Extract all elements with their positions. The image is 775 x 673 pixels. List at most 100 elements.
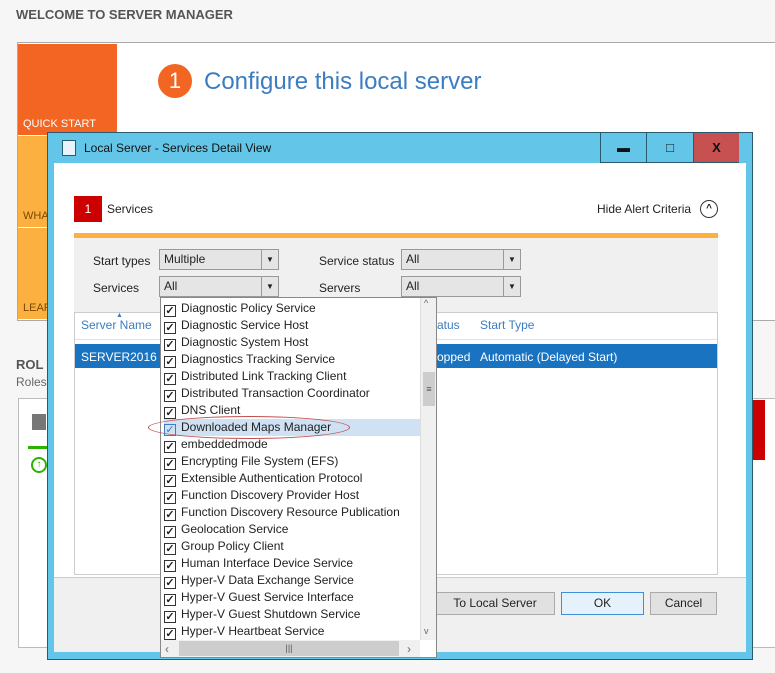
item-label: Hyper-V Data Exchange Service (181, 573, 354, 587)
list-item[interactable]: ✓ Distributed Link Tracking Client (164, 368, 420, 385)
item-label: Human Interface Device Service (181, 556, 354, 570)
item-label: Distributed Link Tracking Client (181, 369, 347, 383)
horizontal-scrollbar[interactable]: ‹ ||| › (161, 640, 420, 657)
item-label: Function Discovery Provider Host (181, 488, 360, 502)
checkbox-checked-icon[interactable]: ✓ (164, 305, 176, 317)
item-label: Diagnostic System Host (181, 335, 309, 349)
list-item[interactable]: ✓ Diagnostic Service Host (164, 317, 420, 334)
checkbox-checked-icon[interactable]: ✓ (164, 594, 176, 606)
item-label: Encrypting File System (EFS) (181, 454, 339, 468)
up-arrow-icon: ↑ (31, 457, 47, 473)
configure-local-server-link[interactable]: Configure this local server (204, 68, 481, 96)
item-label: Hyper-V Heartbeat Service (181, 624, 325, 638)
checkbox-checked-icon[interactable]: ✓ (164, 373, 176, 385)
item-label: Hyper-V Guest Shutdown Service (181, 607, 361, 621)
list-item[interactable]: ✓ Function Discovery Provider Host (164, 487, 420, 504)
list-item[interactable]: ✓ Geolocation Service (164, 521, 420, 538)
tile-label: QUICK START (23, 118, 96, 130)
column-server-name[interactable]: Server Name (81, 318, 152, 332)
checkbox-checked-icon[interactable]: ✓ (164, 458, 176, 470)
item-label: Group Policy Client (181, 539, 284, 553)
checkbox-checked-icon[interactable]: ✓ (164, 628, 176, 640)
tile-label: WHA (23, 210, 49, 222)
cell-server: SERVER2016 (81, 350, 157, 364)
checkbox-checked-icon[interactable]: ✓ (164, 322, 176, 334)
server-icon (32, 414, 46, 430)
list-item[interactable]: ✓ Distributed Transaction Coordinator (164, 385, 420, 402)
list-item[interactable]: ✓ Group Policy Client (164, 538, 420, 555)
cancel-button[interactable]: Cancel (650, 592, 717, 615)
item-label: Diagnostic Service Host (181, 318, 309, 332)
checkbox-checked-icon[interactable]: ✓ (164, 475, 176, 487)
highlight-annotation-ellipse (148, 416, 350, 439)
list-item[interactable]: ✓ Hyper-V Data Exchange Service (164, 572, 420, 589)
item-label: Geolocation Service (181, 522, 289, 536)
combo-value: Multiple (164, 252, 206, 266)
checkbox-checked-icon[interactable]: ✓ (164, 509, 176, 521)
list-item[interactable]: ✓ Extensible Authentication Protocol (164, 470, 420, 487)
scrollbar-thumb[interactable]: ≡ (423, 372, 435, 406)
checkbox-checked-icon[interactable]: ✓ (164, 577, 176, 589)
checkbox-checked-icon[interactable]: ✓ (164, 560, 176, 572)
tile-quick-start[interactable]: QUICK START (18, 44, 117, 135)
list-item[interactable]: ✓ Hyper-V Heartbeat Service (164, 623, 420, 640)
item-label: embeddedmode (181, 437, 268, 451)
start-types-combo[interactable]: Multiple ▼ (159, 249, 279, 270)
alert-count-badge: 1 (74, 196, 102, 222)
list-item[interactable]: ✓ Diagnostic System Host (164, 334, 420, 351)
start-types-label: Start types (93, 254, 151, 268)
checkbox-checked-icon[interactable]: ✓ (164, 526, 176, 538)
scroll-down-icon[interactable]: v (424, 626, 429, 636)
item-label: Extensible Authentication Protocol (181, 471, 363, 485)
list-item[interactable]: ✓ Hyper-V Guest Service Interface (164, 589, 420, 606)
checkbox-checked-icon[interactable]: ✓ (164, 492, 176, 504)
hide-alert-criteria-link[interactable]: Hide Alert Criteria (597, 202, 691, 216)
scrollbar-thumb[interactable]: ||| (179, 641, 399, 656)
combo-value: All (406, 279, 420, 293)
scroll-up-icon[interactable]: ^ (424, 298, 428, 308)
combo-value: All (164, 279, 178, 293)
list-item[interactable]: ✓ Encrypting File System (EFS) (164, 453, 420, 470)
list-item[interactable]: ✓ embeddedmode (164, 436, 420, 453)
checkbox-checked-icon[interactable]: ✓ (164, 356, 176, 368)
chevron-up-icon[interactable]: ^ (700, 200, 718, 218)
service-status-combo[interactable]: All ▼ (401, 249, 521, 270)
close-button[interactable]: X (693, 133, 739, 163)
item-label: Hyper-V Guest Service Interface (181, 590, 354, 604)
checkbox-checked-icon[interactable]: ✓ (164, 407, 176, 419)
list-item[interactable]: ✓ Function Discovery Resource Publication (164, 504, 420, 521)
list-item[interactable]: ✓ Hyper-V Guest Shutdown Service (164, 606, 420, 623)
list-item[interactable]: ✓ Diagnostics Tracking Service (164, 351, 420, 368)
item-label: Function Discovery Resource Publication (181, 505, 400, 519)
maximize-button[interactable]: □ (646, 133, 693, 163)
services-combo[interactable]: All ▼ (159, 276, 279, 297)
step-number: 1 (158, 64, 192, 98)
cell-status: opped (437, 350, 471, 364)
column-status[interactable]: atus (437, 318, 460, 332)
checkbox-checked-icon[interactable]: ✓ (164, 339, 176, 351)
chevron-down-icon: ▼ (261, 277, 278, 296)
services-dropdown-list[interactable]: ✓ Diagnostic Policy Service ✓ Diagnostic S… (160, 297, 437, 658)
scroll-left-icon[interactable]: ‹ (165, 642, 169, 656)
servers-label: Servers (319, 281, 361, 295)
minimize-button[interactable]: ▬ (600, 133, 646, 163)
ok-button[interactable]: OK (561, 592, 644, 615)
combo-value: All (406, 252, 420, 266)
chevron-down-icon: ▼ (503, 277, 520, 296)
list-item[interactable]: ✓ Human Interface Device Service (164, 555, 420, 572)
vertical-scrollbar[interactable]: ^ ≡ v (420, 298, 436, 640)
dialog-title: Local Server - Services Detail View (84, 141, 272, 155)
item-label: Distributed Transaction Coordinator (181, 386, 370, 400)
column-start-type[interactable]: Start Type (480, 318, 534, 332)
checkbox-checked-icon[interactable]: ✓ (164, 441, 176, 453)
status-line (28, 446, 48, 449)
servers-combo[interactable]: All ▼ (401, 276, 521, 297)
scroll-right-icon[interactable]: › (407, 642, 411, 656)
checkbox-checked-icon[interactable]: ✓ (164, 611, 176, 623)
checkbox-checked-icon[interactable]: ✓ (164, 390, 176, 402)
roles-subtitle: Roles: (16, 375, 51, 389)
alert-label: Services (107, 202, 154, 216)
service-status-label: Service status (319, 254, 395, 268)
list-item[interactable]: ✓ Diagnostic Policy Service (164, 300, 420, 317)
checkbox-checked-icon[interactable]: ✓ (164, 543, 176, 555)
